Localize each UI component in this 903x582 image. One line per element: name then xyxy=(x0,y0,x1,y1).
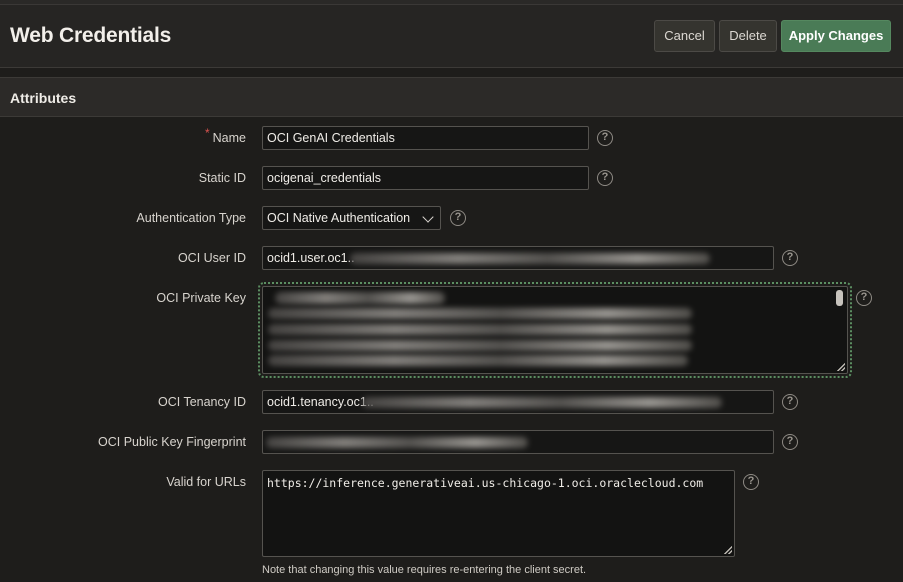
oci-fingerprint-label: OCI Public Key Fingerprint xyxy=(98,435,246,449)
static-id-input[interactable]: ocigenai_credentials xyxy=(262,166,589,190)
valid-urls-label: Valid for URLs xyxy=(166,475,246,489)
scrollbar-thumb[interactable] xyxy=(836,290,843,306)
oci-user-id-prefix: ocid1.user.oc1.. xyxy=(267,251,355,265)
oci-tenancy-id-label: OCI Tenancy ID xyxy=(157,395,246,409)
static-id-help-icon[interactable]: ? xyxy=(597,170,613,186)
auth-type-select[interactable]: OCI Native Authentication xyxy=(262,206,441,230)
region-title: Attributes xyxy=(10,90,77,106)
redacted-key-line-3 xyxy=(268,324,692,335)
redacted-key-line-4 xyxy=(268,340,692,351)
redacted-key-line-1 xyxy=(275,292,445,304)
name-label: * Name xyxy=(205,126,246,145)
header-gap xyxy=(0,69,903,77)
auth-type-value: OCI Native Authentication xyxy=(267,211,411,225)
apply-changes-button[interactable]: Apply Changes xyxy=(781,20,891,52)
oci-user-id-help-icon[interactable]: ? xyxy=(782,250,798,266)
oci-user-id-label: OCI User ID xyxy=(177,251,246,265)
attributes-region-header: Attributes xyxy=(0,77,903,117)
redacted-key-line-2 xyxy=(268,308,692,319)
name-help-icon[interactable]: ? xyxy=(597,130,613,146)
redacted-user-id xyxy=(350,253,710,264)
resize-handle-icon[interactable] xyxy=(837,363,845,371)
name-label-text: Name xyxy=(212,131,246,145)
page-title: Web Credentials xyxy=(10,24,172,47)
oci-fingerprint-help-icon[interactable]: ? xyxy=(782,434,798,450)
auth-type-help-icon[interactable]: ? xyxy=(450,210,466,226)
delete-button[interactable]: Delete xyxy=(719,20,777,52)
valid-urls-value: https://inference.generativeai.us-chicag… xyxy=(267,476,704,490)
name-input[interactable]: OCI GenAI Credentials xyxy=(262,126,589,150)
oci-tenancy-id-help-icon[interactable]: ? xyxy=(782,394,798,410)
redacted-fingerprint xyxy=(266,437,528,448)
valid-urls-textarea[interactable]: https://inference.generativeai.us-chicag… xyxy=(262,470,735,557)
valid-urls-help-icon[interactable]: ? xyxy=(743,474,759,490)
oci-tenancy-id-prefix: ocid1.tenancy.oc1.. xyxy=(267,395,374,409)
oci-private-key-label: OCI Private Key xyxy=(156,291,246,305)
chevron-down-icon xyxy=(422,211,434,223)
static-id-label: Static ID xyxy=(198,171,246,185)
oci-private-key-help-icon[interactable]: ? xyxy=(856,290,872,306)
page-header: Web Credentials Cancel Delete Apply Chan… xyxy=(0,5,903,68)
cancel-button[interactable]: Cancel xyxy=(654,20,715,52)
required-indicator: * xyxy=(204,126,210,140)
auth-type-label: Authentication Type xyxy=(136,211,246,225)
redacted-key-line-5 xyxy=(268,355,688,366)
resize-handle-icon[interactable] xyxy=(724,546,732,554)
redacted-tenancy-id xyxy=(362,397,722,408)
valid-urls-note: Note that changing this value requires r… xyxy=(262,564,587,576)
